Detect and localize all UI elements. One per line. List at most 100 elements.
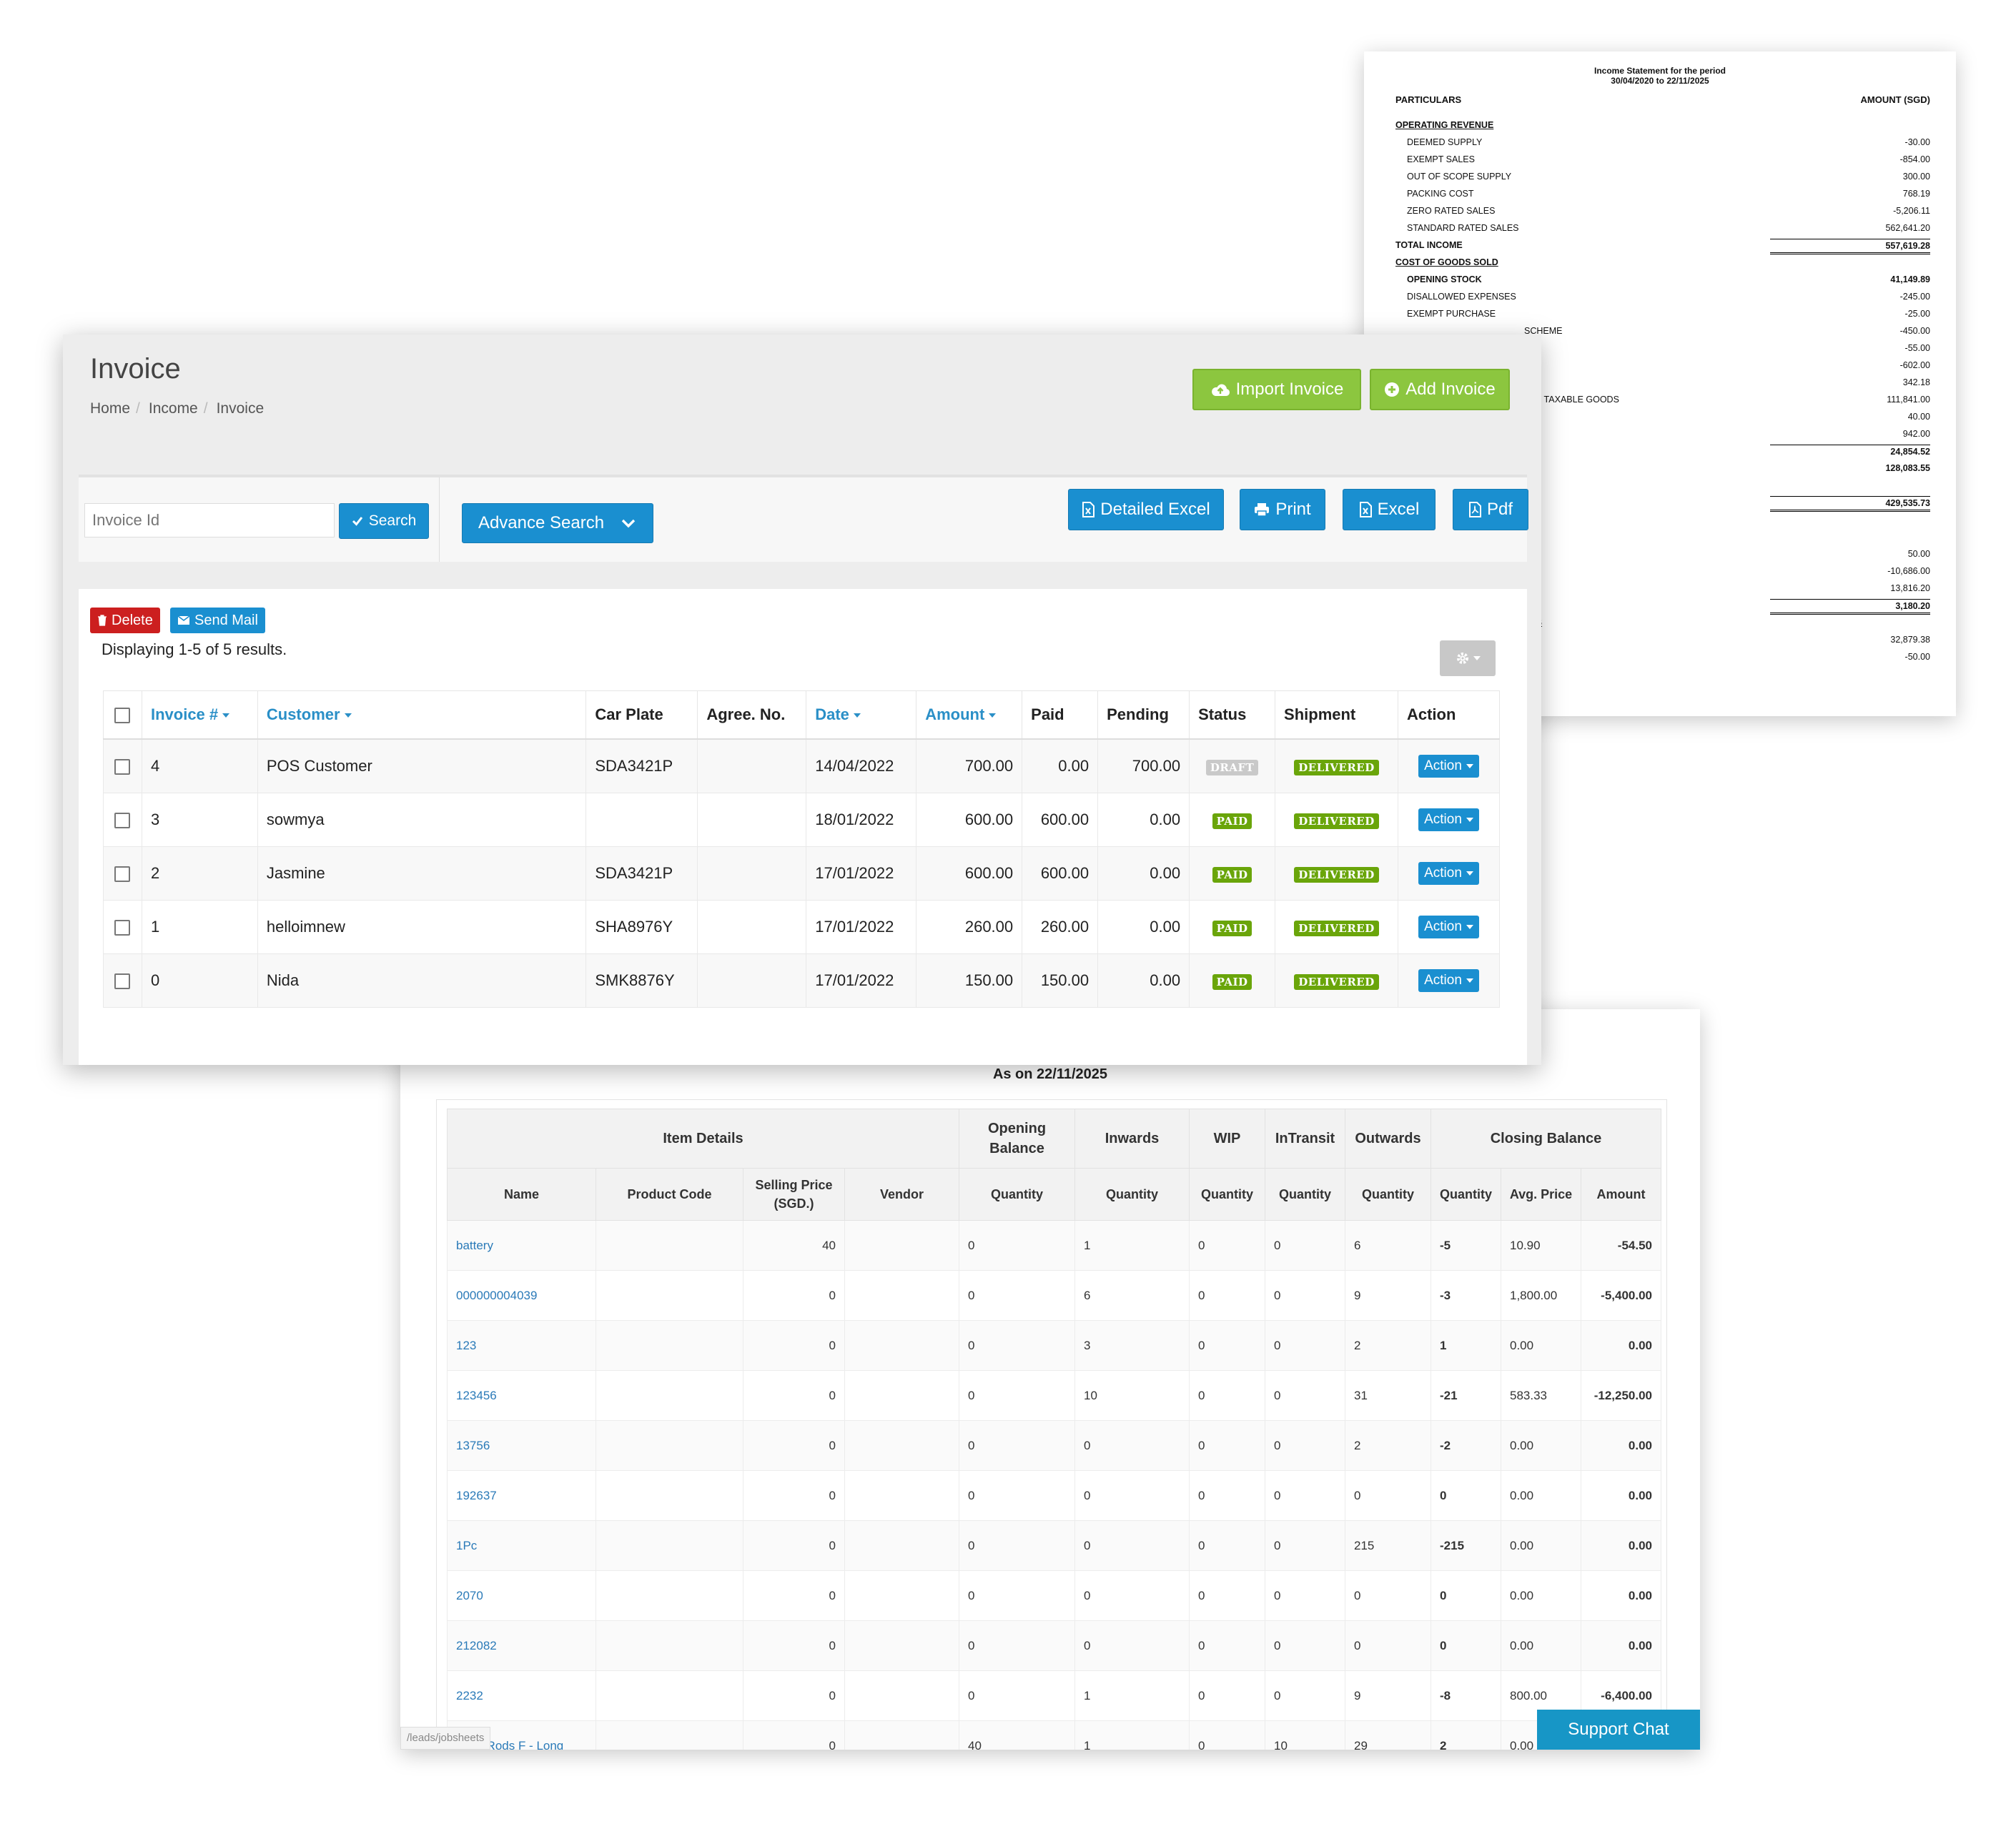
support-chat-button[interactable]: Support Chat [1537,1710,1700,1750]
stock-outwards-qty: 0 [1345,1620,1431,1671]
column-settings-button[interactable] [1440,640,1496,676]
statement-row-label: COST OF GOODS SOLD [1395,257,1498,267]
group-closing-balance: Closing Balance [1431,1109,1661,1169]
select-all-checkbox[interactable] [114,708,131,724]
group-item-details: Item Details [447,1109,959,1169]
detailed-excel-button[interactable]: Detailed Excel [1068,489,1224,530]
invoice-date: 14/04/2022 [806,738,917,793]
row-action-button[interactable]: Action [1418,862,1479,885]
invoice-number: 1 [141,900,258,954]
invoice-paid: 600.00 [1022,793,1099,847]
stock-closing-qty: 0 [1431,1620,1501,1671]
stock-inwards-qty: 1 [1074,1670,1190,1721]
stock-avg-price: 583.33 [1501,1370,1581,1421]
row-action-label: Action [1424,812,1462,827]
col-agree-no: Agree. No. [697,690,807,740]
stock-report-window: As on 22/11/2025 Item Details Opening Ba… [400,1009,1700,1750]
row-action-button[interactable]: Action [1418,916,1479,938]
col-particulars: PARTICULARS [1395,94,1462,105]
stock-item-link[interactable]: 212082 [456,1639,497,1652]
group-outwards: Outwards [1345,1109,1431,1169]
stock-outwards-qty: 0 [1345,1470,1431,1521]
invoice-agree-no [697,846,807,901]
pdf-button[interactable]: Pdf [1453,489,1528,530]
stock-product-code [596,1220,743,1271]
search-button[interactable]: Search [339,503,429,539]
col-amount[interactable]: Amount [916,690,1023,740]
send-mail-button[interactable]: Send Mail [170,608,265,633]
invoice-action-cell: Action [1397,793,1501,847]
breadcrumb-home[interactable]: Home [90,400,130,417]
row-action-button[interactable]: Action [1418,808,1479,831]
row-checkbox[interactable] [114,866,131,883]
sort-caret-icon [222,713,230,718]
stock-item-link[interactable]: 000000004039 [456,1289,537,1302]
row-action-button[interactable]: Action [1418,755,1479,778]
stock-row: 212082 0 0 0 0 0 0 0 0.00 0.00 [447,1620,1661,1671]
invoice-number: 2 [141,846,258,901]
excel-button[interactable]: Excel [1343,489,1436,530]
breadcrumb-income[interactable]: Income [149,400,198,417]
invoice-number: 0 [141,953,258,1008]
row-select-cell [103,953,142,1008]
stock-inwards-qty: 6 [1074,1270,1190,1321]
import-invoice-button[interactable]: Import Invoice [1192,369,1361,410]
delete-button[interactable]: Delete [90,608,160,633]
stock-item-link[interactable]: 123456 [456,1389,497,1402]
col-shipment: Shipment [1275,690,1398,740]
stock-inwards-qty: 0 [1074,1570,1190,1621]
stock-closing-amount: 0.00 [1581,1620,1661,1671]
invoice-row: 2 Jasmine SDA3421P 17/01/2022 600.00 600.00 0.… [103,846,1501,901]
col-customer[interactable]: Customer [257,690,587,740]
col-invoice-number-label: Invoice # [150,705,219,723]
invoice-car-plate: SMK8876Y [585,953,698,1008]
col-date[interactable]: Date [806,690,917,740]
invoice-amount: 700.00 [916,738,1023,793]
statement-row: DEEMED SUPPLY -30.00 [1395,136,1930,149]
stock-item-link[interactable]: battery [456,1239,493,1252]
stock-inwards-qty: 1 [1074,1720,1190,1750]
advance-search-button[interactable]: Advance Search [462,503,653,543]
sub-wip-qty: Quantity [1189,1168,1265,1221]
stock-wip-qty: 0 [1189,1670,1265,1721]
stock-item-link[interactable]: 123 [456,1339,476,1352]
stock-closing-amount: 0.00 [1581,1570,1661,1621]
statement-row-amount: -25.00 [1904,309,1930,319]
stock-opening-qty: 0 [959,1420,1075,1471]
row-checkbox[interactable] [114,813,131,829]
add-invoice-button[interactable]: Add Invoice [1370,369,1510,410]
statement-row-amount: -450.00 [1899,326,1930,336]
row-checkbox[interactable] [114,973,131,990]
stock-item-link[interactable]: 1Pc [456,1539,477,1552]
stock-item-link[interactable]: 2232 [456,1689,483,1702]
search-toolbar: Search Advance Search Detailed Excel Pri… [79,475,1528,562]
invoice-customer: POS Customer [257,738,587,793]
stock-item-link[interactable]: 192637 [456,1489,497,1502]
row-action-button[interactable]: Action [1418,969,1479,992]
invoice-id-input[interactable] [84,503,335,537]
stock-item-name-cell: 000000004039 [447,1270,596,1321]
invoice-shipment-cell: DELIVERED [1275,738,1398,793]
invoice-car-plate: SDA3421P [585,738,698,793]
stock-item-name-cell: 2070 [447,1570,596,1621]
stock-vendor [844,1670,959,1721]
shipment-badge: DELIVERED [1294,813,1379,829]
row-checkbox[interactable] [114,920,131,936]
statement-row: EXEMPT SALES -854.00 [1395,153,1930,166]
printer-icon [1255,503,1270,517]
print-button[interactable]: Print [1240,489,1325,530]
col-invoice-number[interactable]: Invoice # [141,690,258,740]
stock-item-name-cell: battery [447,1220,596,1271]
statement-row: EXEMPT PURCHASE -25.00 [1395,307,1930,320]
row-checkbox[interactable] [114,759,131,775]
col-status: Status [1189,690,1276,740]
stock-item-link[interactable]: 2070 [456,1589,483,1602]
invoice-pending: 700.00 [1097,738,1190,793]
row-select-cell [103,738,142,793]
stock-intransit-qty: 0 [1265,1620,1345,1671]
stock-item-link[interactable]: 13756 [456,1439,490,1452]
stock-closing-amount: 0.00 [1581,1420,1661,1471]
statement-row-amount: -10,686.00 [1887,566,1930,576]
invoice-amount: 600.00 [916,793,1023,847]
stock-wip-qty: 0 [1189,1320,1265,1371]
